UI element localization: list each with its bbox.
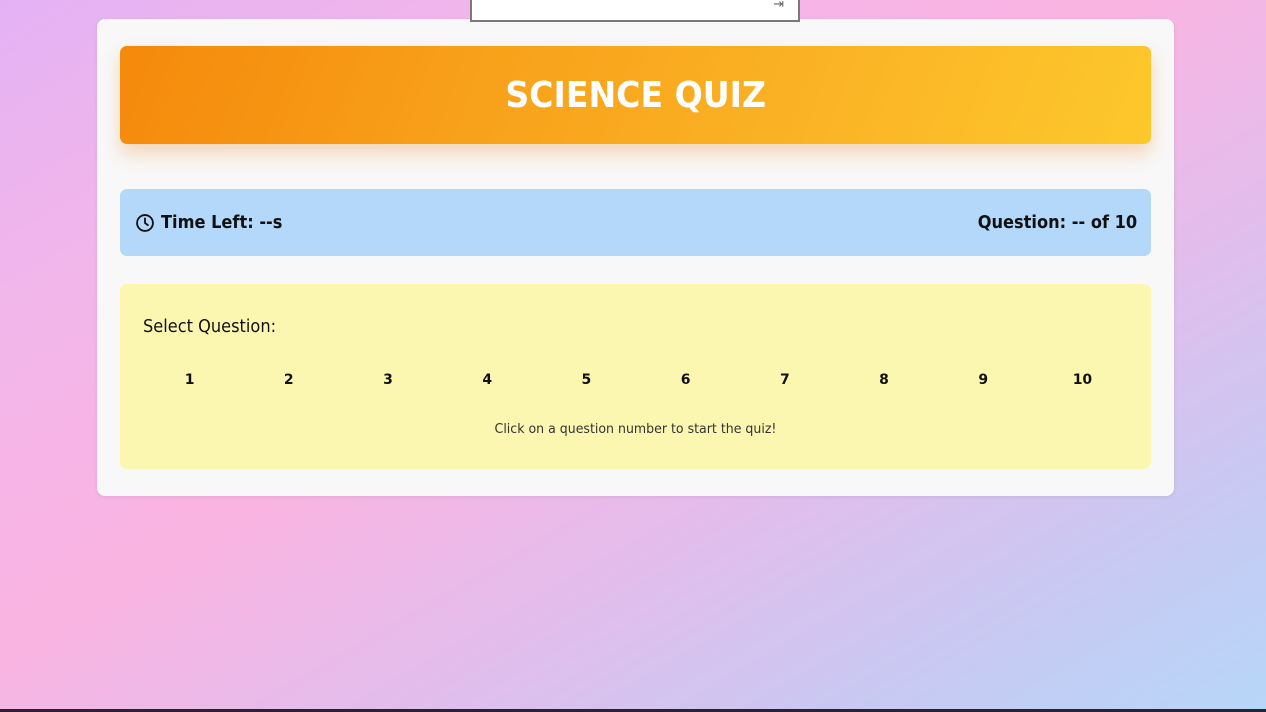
select-question-label: Select Question: bbox=[143, 316, 277, 337]
question-number-list: 1 2 3 4 5 6 7 8 9 10 bbox=[140, 370, 1132, 390]
pin-icon[interactable]: ⇥ bbox=[773, 0, 784, 10]
question-button-8[interactable]: 8 bbox=[834, 370, 933, 390]
question-button-1[interactable]: 1 bbox=[140, 370, 239, 390]
question-button-9[interactable]: 9 bbox=[934, 370, 1033, 390]
floating-popup[interactable]: ⇥ bbox=[470, 0, 800, 22]
question-button-10[interactable]: 10 bbox=[1033, 370, 1132, 390]
question-button-6[interactable]: 6 bbox=[636, 370, 735, 390]
question-counter: Question: -- of 10 bbox=[977, 212, 1137, 233]
clock-icon bbox=[136, 213, 154, 232]
start-hint: Click on a question number to start the … bbox=[494, 421, 777, 437]
question-button-7[interactable]: 7 bbox=[735, 370, 834, 390]
quiz-header: SCIENCE QUIZ bbox=[120, 46, 1151, 144]
quiz-title: SCIENCE QUIZ bbox=[505, 74, 766, 116]
status-bar: Time Left: --s Question: -- of 10 bbox=[120, 189, 1151, 256]
time-left-text: Time Left: --s bbox=[161, 212, 283, 233]
quiz-card: SCIENCE QUIZ Time Left: --s Question: --… bbox=[97, 19, 1174, 496]
question-button-2[interactable]: 2 bbox=[239, 370, 338, 390]
question-button-3[interactable]: 3 bbox=[338, 370, 437, 390]
question-button-5[interactable]: 5 bbox=[537, 370, 636, 390]
timer-display: Time Left: --s bbox=[135, 212, 296, 233]
question-selector: Select Question: 1 2 3 4 5 6 7 8 9 10 Cl… bbox=[120, 284, 1151, 469]
question-button-4[interactable]: 4 bbox=[438, 370, 537, 390]
